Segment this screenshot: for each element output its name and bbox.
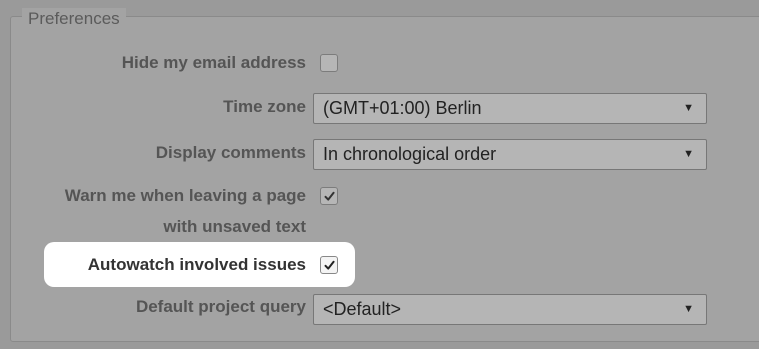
checkmark-icon <box>324 191 335 201</box>
warn-unsaved-label-line2: with unsaved text <box>163 217 306 236</box>
autowatch-checkbox[interactable] <box>320 256 338 274</box>
warn-unsaved-label-line1: Warn me when leaving a page <box>64 186 306 205</box>
checkmark-icon <box>324 260 335 270</box>
triangle-down-icon: ▼ <box>683 148 694 160</box>
triangle-down-icon: ▼ <box>683 303 694 315</box>
display-comments-value: In chronological order <box>323 144 497 164</box>
warn-unsaved-checkbox[interactable] <box>320 187 338 205</box>
default-query-label: Default project query <box>135 297 306 316</box>
time-zone-value: (GMT+01:00) Berlin <box>323 98 482 118</box>
display-comments-label: Display comments <box>155 143 306 162</box>
triangle-down-icon: ▼ <box>683 102 694 114</box>
hide-email-checkbox[interactable] <box>320 54 338 72</box>
time-zone-label: Time zone <box>223 97 306 116</box>
default-query-select[interactable]: <Default> ▼ <box>313 294 707 325</box>
time-zone-select[interactable]: (GMT+01:00) Berlin ▼ <box>313 93 707 124</box>
display-comments-select[interactable]: In chronological order ▼ <box>313 139 707 170</box>
autowatch-label: Autowatch involved issues <box>87 255 306 274</box>
preferences-legend: Preferences <box>22 8 126 30</box>
hide-email-label: Hide my email address <box>121 53 306 72</box>
default-query-value: <Default> <box>323 299 402 319</box>
